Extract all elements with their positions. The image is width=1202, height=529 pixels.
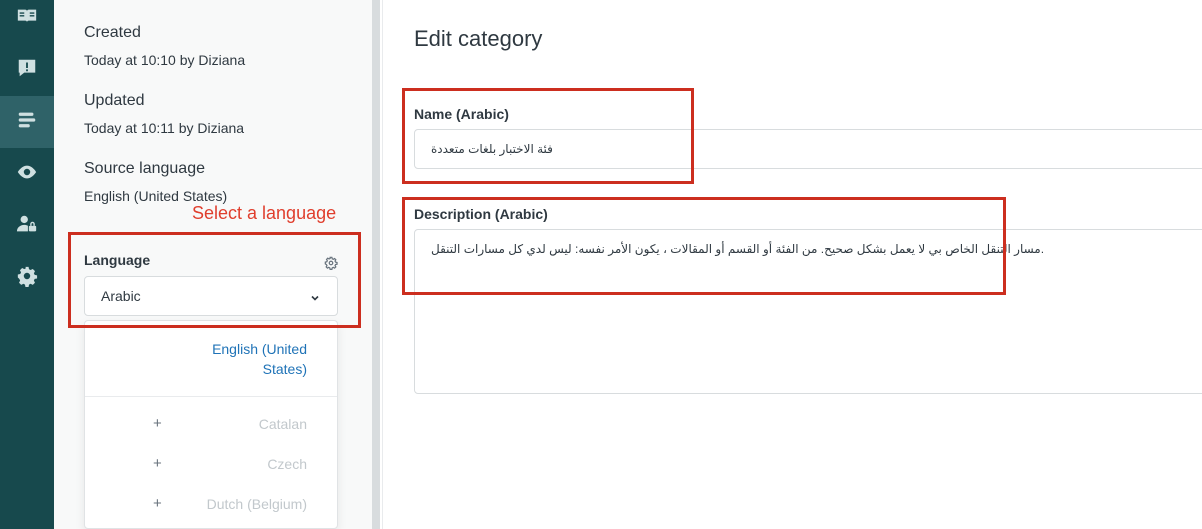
rail-item-guide[interactable] [0,0,54,44]
annotation-box-name [402,88,694,184]
source-language-value: English (United States) [84,188,228,204]
option-label: Catalan [258,416,307,432]
rail-item-preview[interactable] [0,148,54,200]
panel-divider[interactable] [372,0,380,529]
dropdown-option[interactable]: + Czech [85,446,337,486]
icon-rail [0,0,54,529]
gear-icon [16,265,38,292]
language-dropdown: English (United States) + Catalan + Czec… [84,320,338,529]
user-lock-icon [16,213,38,240]
alert-comment-icon [16,57,38,84]
book-icon [16,5,38,32]
rail-item-permissions[interactable] [0,200,54,252]
created-value: Today at 10:10 by Diziana [84,52,246,68]
rail-item-feedback[interactable] [0,44,54,96]
updated-label: Updated [84,92,145,109]
divider-line [382,0,383,529]
rail-item-arrange[interactable] [0,96,54,148]
annotation-box-language [68,232,361,328]
dropdown-option[interactable]: + Dutch (Belgium) [85,486,337,526]
plus-icon: + [153,455,162,472]
list-arrange-icon [16,109,38,136]
annotation-select-language: Select a language [192,203,337,223]
created-label: Created [84,24,141,41]
page-title: Edit category [414,26,543,51]
source-language-label: Source language [84,160,205,177]
plus-icon: + [153,495,162,512]
rail-item-settings[interactable] [0,252,54,304]
dropdown-current-language[interactable]: English (United States) [85,321,337,397]
option-label: Dutch (Belgium) [206,496,307,512]
annotation-box-description [402,197,1006,295]
current-language-link[interactable]: English (United States) [187,339,307,379]
updated-value: Today at 10:11 by Diziana [84,120,245,136]
option-label: Czech [267,456,307,472]
eye-icon [16,161,38,188]
dropdown-option[interactable]: + Catalan [85,406,337,446]
plus-icon: + [153,415,162,432]
